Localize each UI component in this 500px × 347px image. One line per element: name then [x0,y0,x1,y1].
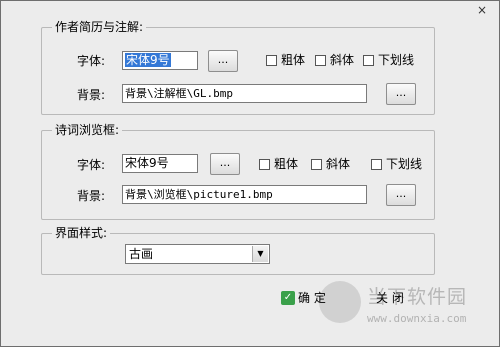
ok-icon: ✓ [281,291,295,305]
close-button[interactable]: 关 闭 [376,290,404,306]
checkbox-box [371,158,382,170]
author-bold-checkbox[interactable]: 粗体 [266,52,305,68]
poem-bold-checkbox[interactable]: 粗体 [259,156,298,172]
poem-group: 诗词浏览框: [41,122,435,220]
poem-bg-label: 背景: [77,189,106,203]
author-bg-browse-button[interactable]: ... [386,83,416,105]
checkbox-box [266,54,277,66]
checkbox-box [363,54,374,66]
author-font-label: 字体: [77,54,106,68]
style-select[interactable]: 古画 ▼ [125,244,270,264]
poem-font-field[interactable]: 宋体9号 [122,154,198,173]
author-italic-checkbox[interactable]: 斜体 [315,52,354,68]
poem-bold-label: 粗体 [274,157,299,171]
poem-font-label: 字体: [77,158,106,172]
checkbox-box [311,158,322,170]
author-font-browse-button[interactable]: ... [208,50,238,72]
author-bold-label: 粗体 [281,53,306,67]
author-bg-label: 背景: [77,88,106,102]
close-button-label: 关 闭 [376,291,404,305]
poem-group-title: 诗词浏览框: [52,122,123,138]
poem-italic-label: 斜体 [326,157,351,171]
close-icon[interactable]: × [472,3,492,17]
style-select-value: 古画 [129,247,154,261]
ok-button[interactable]: ✓ 确 定 [281,290,326,306]
poem-bg-field[interactable]: 背景\浏览框\picture1.bmp [122,185,367,204]
watermark-url: www.downxia.com [367,312,467,325]
checkbox-box [259,158,270,170]
poem-font-browse-button[interactable]: ... [210,153,240,175]
author-underline-label: 下划线 [378,53,415,67]
chevron-down-icon[interactable]: ▼ [252,246,268,262]
ok-button-label: 确 定 [298,291,326,305]
checkbox-box [315,54,326,66]
author-bg-field[interactable]: 背景\注解框\GL.bmp [122,84,367,103]
author-italic-label: 斜体 [330,53,355,67]
author-underline-checkbox[interactable]: 下划线 [363,52,414,68]
author-group-title: 作者简历与注解: [52,19,147,35]
poem-underline-label: 下划线 [386,157,423,171]
poem-italic-checkbox[interactable]: 斜体 [311,156,350,172]
poem-bg-browse-button[interactable]: ... [386,184,416,206]
style-group-title: 界面样式: [52,225,111,241]
settings-window: × 作者简历与注解: 字体: 宋体9号 ... 粗体 斜体 下划线 背景: 背景… [0,0,500,347]
author-font-field[interactable]: 宋体9号 [122,51,198,70]
poem-underline-checkbox[interactable]: 下划线 [371,156,422,172]
author-font-value: 宋体9号 [125,53,171,67]
